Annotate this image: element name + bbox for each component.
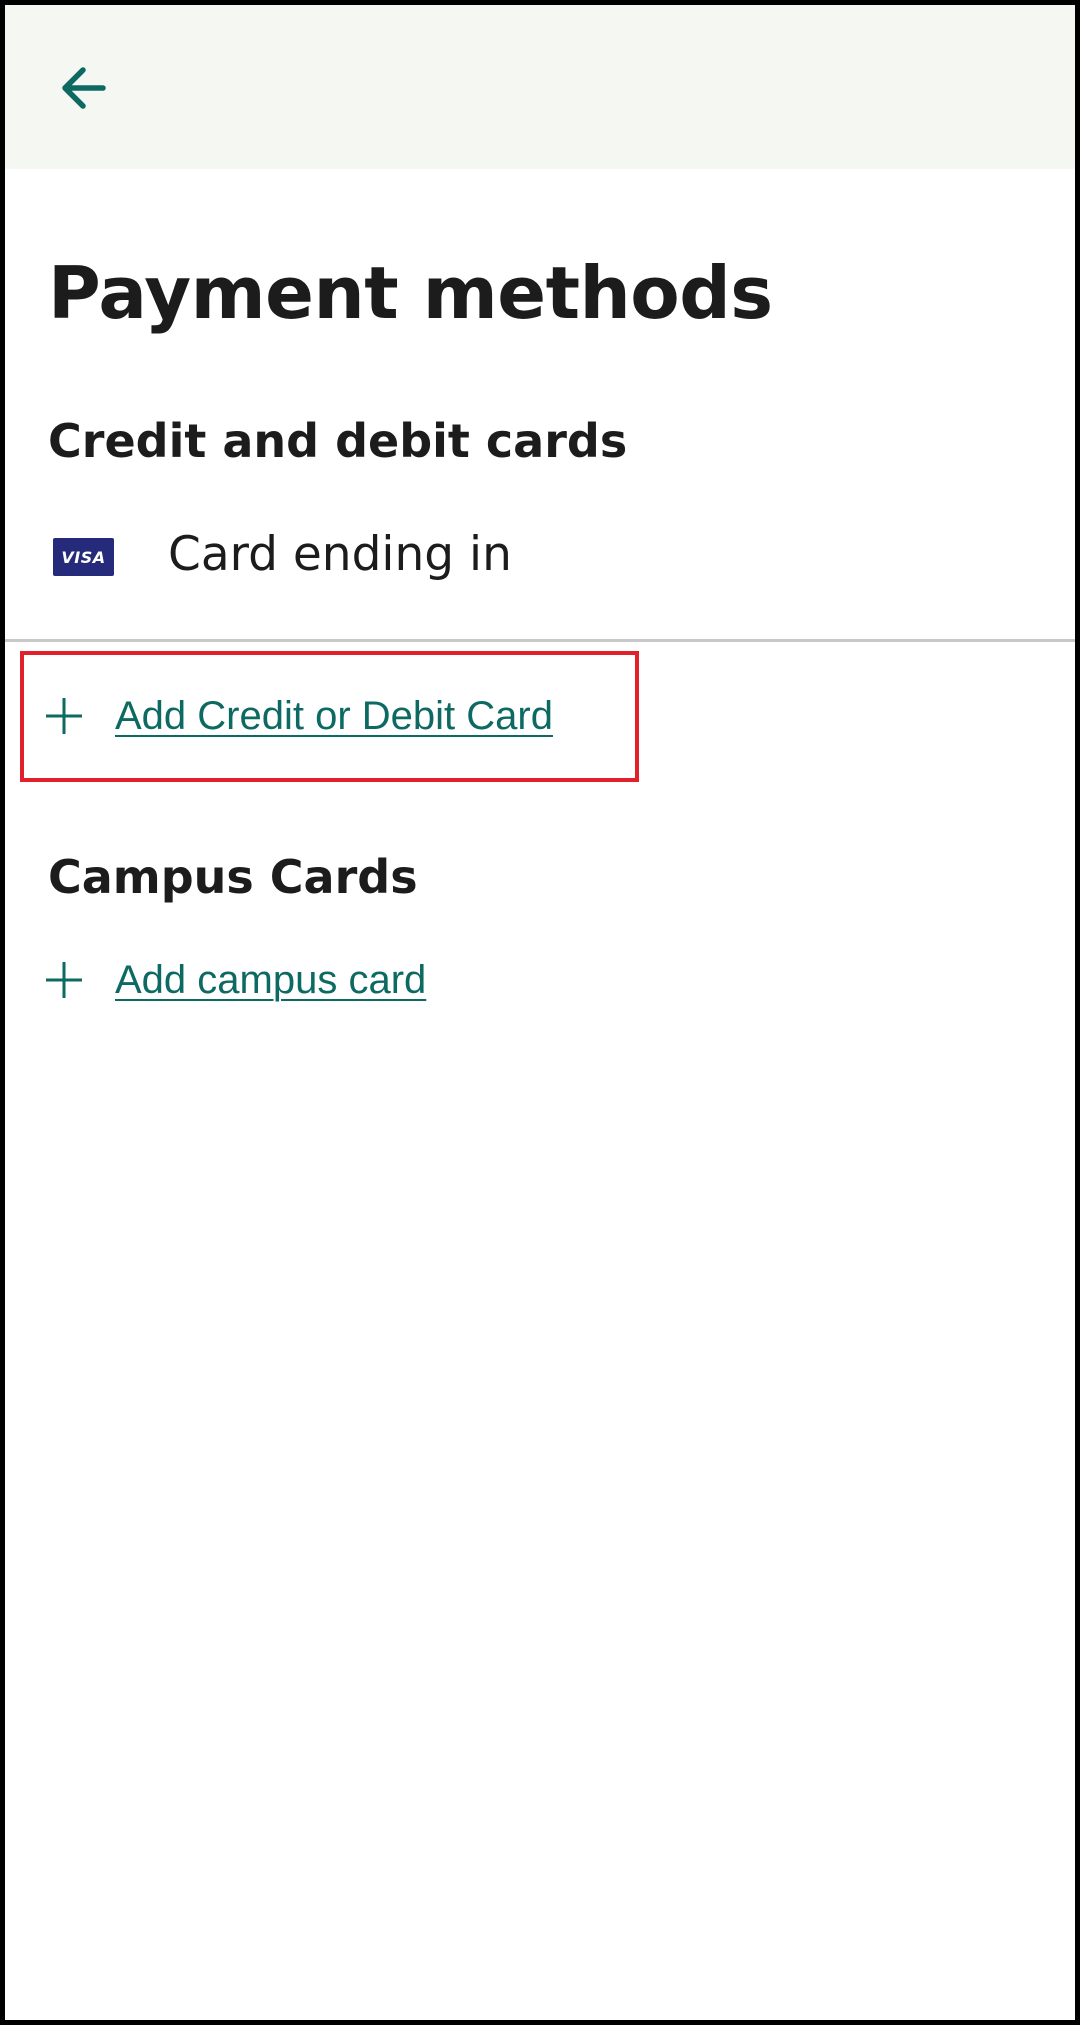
arrow-left-icon xyxy=(62,67,106,109)
top-app-bar xyxy=(5,5,1075,169)
divider xyxy=(5,639,1075,642)
plus-icon xyxy=(46,962,82,998)
plus-icon xyxy=(46,698,82,734)
card-label: Card ending in xyxy=(168,527,512,582)
credit-debit-section-heading: Credit and debit cards xyxy=(48,414,628,468)
add-campus-card-link[interactable]: Add campus card xyxy=(115,958,426,1003)
campus-cards-section-heading: Campus Cards xyxy=(48,850,418,904)
visa-logo-text: VISA xyxy=(61,547,106,567)
screen: Payment methods Credit and debit cards V… xyxy=(0,0,1080,2025)
add-credit-debit-card-link[interactable]: Add Credit or Debit Card xyxy=(115,694,553,739)
back-button[interactable] xyxy=(45,50,121,126)
saved-card-row[interactable]: VISA Card ending in xyxy=(5,515,1075,639)
page-title: Payment methods xyxy=(48,251,773,335)
add-campus-card-button[interactable]: Add campus card xyxy=(43,950,426,1010)
visa-logo-icon: VISA xyxy=(53,538,114,576)
add-credit-debit-card-button[interactable]: Add Credit or Debit Card xyxy=(43,686,553,746)
